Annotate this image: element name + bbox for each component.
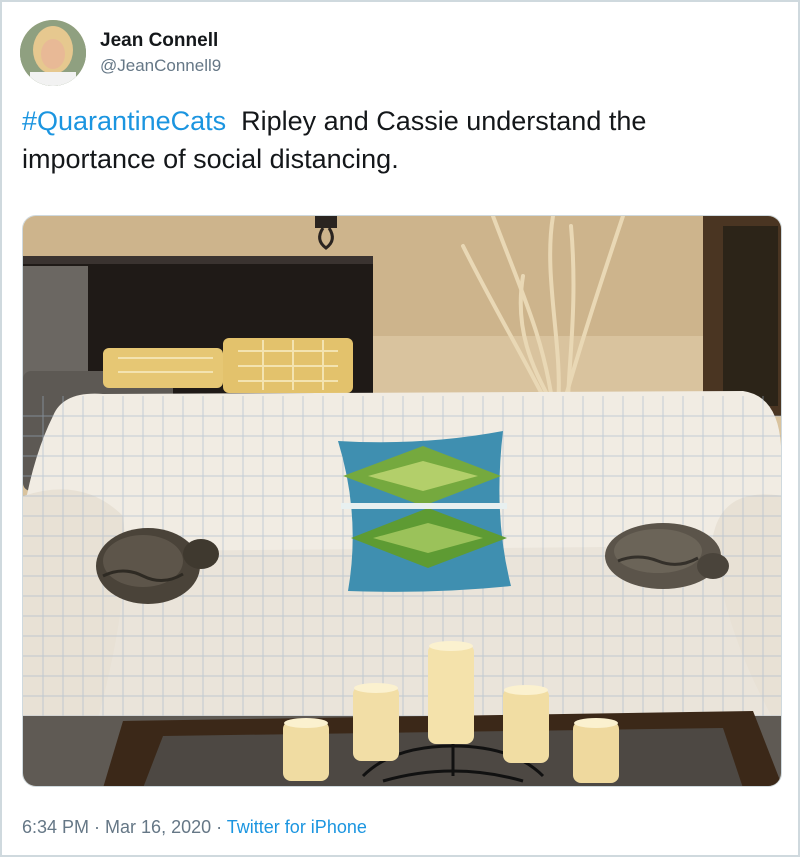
user-handle[interactable]: @JeanConnell9 <box>100 56 221 76</box>
hashtag-link[interactable]: #QuarantineCats <box>22 106 226 136</box>
user-names: Jean Connell @JeanConnell9 <box>100 30 221 76</box>
pillow <box>338 431 511 592</box>
photo-cats-on-couch <box>23 216 781 786</box>
meta-separator: · <box>211 817 227 837</box>
tweet-photo[interactable] <box>22 215 782 787</box>
tweet-date[interactable]: Mar 16, 2020 <box>105 817 211 837</box>
tweet-header: Jean Connell @JeanConnell9 <box>20 20 221 86</box>
tweet-time[interactable]: 6:34 PM <box>22 817 89 837</box>
tweet-meta: 6:34 PM · Mar 16, 2020 · Twitter for iPh… <box>22 817 367 838</box>
tweet-card: Jean Connell @JeanConnell9 #QuarantineCa… <box>0 0 800 857</box>
avatar[interactable] <box>20 20 86 86</box>
avatar-image <box>20 20 86 86</box>
display-name[interactable]: Jean Connell <box>100 30 221 52</box>
tweet-text: #QuarantineCats Ripley and Cassie unders… <box>22 102 782 178</box>
tweet-source-link[interactable]: Twitter for iPhone <box>227 817 367 837</box>
meta-separator: · <box>89 817 106 837</box>
